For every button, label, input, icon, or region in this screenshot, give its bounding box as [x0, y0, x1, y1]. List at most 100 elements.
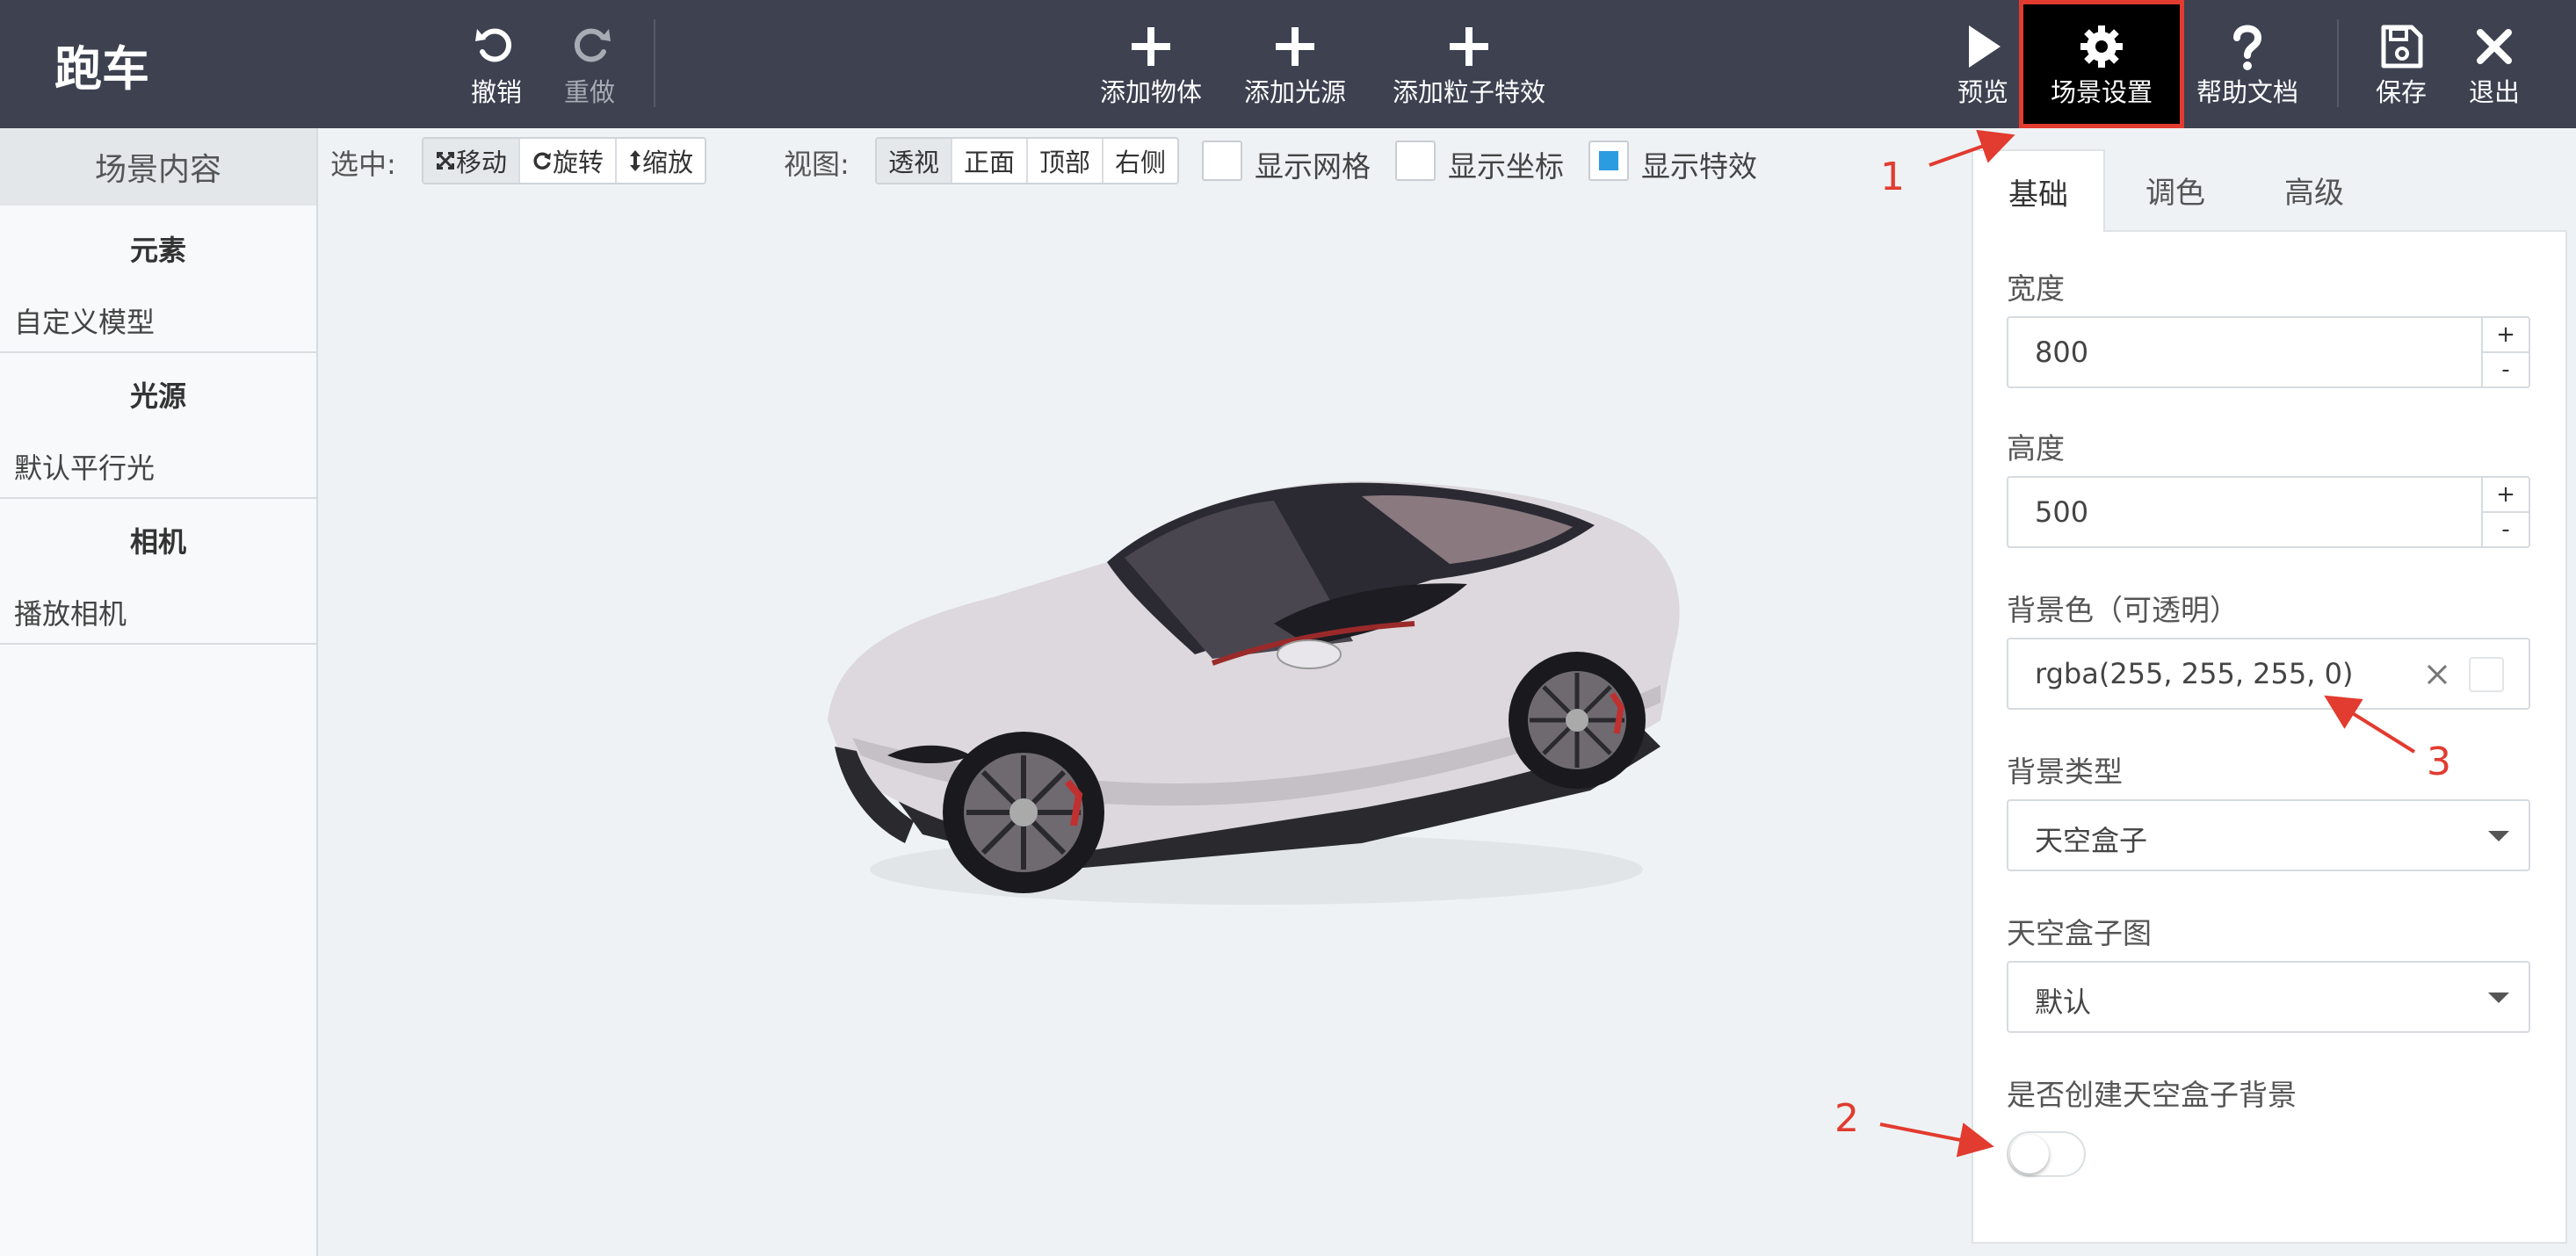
redo-label: 重做	[563, 77, 615, 107]
height-value: 500	[2035, 495, 2089, 529]
width-input[interactable]: 800 + -	[2007, 316, 2530, 388]
transform-mode-group: 移动 旋转 缩放	[422, 137, 707, 184]
bg-type-value: 天空盒子	[2035, 824, 2148, 857]
width-value: 800	[2035, 336, 2089, 369]
width-label: 宽度	[2007, 271, 2065, 306]
show-axes-label: 显示坐标	[1448, 149, 1564, 184]
undo-icon	[475, 28, 512, 62]
toggle-knob	[2010, 1135, 2049, 1173]
rotate-mode-button[interactable]: 旋转	[520, 139, 618, 183]
save-button[interactable]: 保存	[2370, 0, 2432, 128]
height-label: 高度	[2007, 431, 2065, 466]
toolbar-divider	[654, 19, 655, 107]
gear-icon	[2080, 25, 2123, 68]
show-grid-checkbox[interactable]	[1202, 141, 1242, 181]
scale-icon	[630, 150, 641, 171]
move-icon	[436, 151, 455, 170]
view-right-button[interactable]: 右侧	[1103, 139, 1177, 183]
annotation-1: 1	[1880, 155, 1905, 199]
undo-label: 撤销	[470, 77, 522, 107]
height-stepper: + -	[2481, 478, 2529, 546]
move-mode-label: 移动	[456, 148, 508, 177]
exit-label: 退出	[2468, 77, 2520, 107]
app-title: 跑车	[54, 41, 149, 97]
chevron-down-icon	[2488, 831, 2509, 841]
view-front-button[interactable]: 正面	[952, 139, 1029, 183]
sidebar-item-custom-model[interactable]: 自定义模型	[14, 300, 155, 341]
question-icon	[2233, 25, 2262, 70]
scene-settings-label: 场景设置	[2050, 77, 2153, 107]
tab-advanced[interactable]: 高级	[2240, 149, 2388, 230]
width-decrement-button[interactable]: -	[2483, 353, 2529, 386]
undo-button[interactable]: 撤销	[466, 0, 527, 128]
redo-icon	[574, 28, 611, 62]
divider	[0, 497, 316, 499]
skybox-value: 默认	[2035, 985, 2092, 1019]
create-skybox-bg-toggle[interactable]	[2007, 1131, 2086, 1177]
car-model[interactable]	[828, 480, 1680, 905]
skybox-select[interactable]: 默认	[2007, 961, 2530, 1033]
add-particle-button[interactable]: 添加粒子特效	[1381, 0, 1557, 128]
save-icon	[2381, 25, 2423, 69]
add-particle-label: 添加粒子特效	[1392, 77, 1545, 107]
bg-color-input[interactable]: rgba(255, 255, 255, 0)	[2007, 638, 2530, 710]
help-docs-button[interactable]: 帮助文档	[2191, 0, 2304, 128]
add-object-button[interactable]: 添加物体	[1089, 0, 1212, 128]
save-label: 保存	[2375, 77, 2427, 107]
group-title-cameras: 相机	[129, 525, 186, 559]
redo-button[interactable]: 重做	[559, 0, 620, 128]
bg-type-label: 背景类型	[2007, 754, 2123, 789]
bg-color-value: rgba(255, 255, 255, 0)	[2035, 657, 2354, 690]
show-effects-checkbox[interactable]	[1588, 141, 1629, 181]
height-increment-button[interactable]: +	[2483, 478, 2529, 513]
tab-basic[interactable]: 基础	[1972, 149, 2105, 232]
bg-color-label: 背景色（可透明）	[2007, 593, 2239, 627]
viewport-canvas[interactable]	[817, 457, 1713, 913]
view-perspective-button[interactable]: 透视	[877, 139, 953, 183]
skybox-label: 天空盒子图	[2007, 916, 2152, 950]
scale-mode-button[interactable]: 缩放	[617, 139, 705, 183]
add-light-label: 添加光源	[1243, 77, 1346, 107]
exit-button[interactable]: 退出	[2464, 0, 2525, 128]
rear-wheel	[1509, 652, 1646, 789]
rotate-mode-label: 旋转	[553, 148, 604, 177]
scene-content-sidebar: 场景内容 元素 自定义模型 光源 默认平行光 相机 播放相机	[0, 128, 318, 1256]
front-wheel	[943, 732, 1104, 893]
group-title-lights: 光源	[129, 379, 186, 413]
height-decrement-button[interactable]: -	[2483, 513, 2529, 546]
sidebar-item-default-light[interactable]: 默认平行光	[14, 446, 155, 487]
sidebar-item-play-camera[interactable]: 播放相机	[14, 592, 127, 632]
width-increment-button[interactable]: +	[2483, 318, 2529, 353]
add-object-label: 添加物体	[1099, 77, 1202, 107]
scene-settings-button[interactable]: 场景设置	[2019, 0, 2184, 128]
plus-icon	[1450, 27, 1488, 66]
rotate-icon	[533, 152, 552, 170]
preview-button[interactable]: 预览	[1952, 0, 2014, 128]
scale-mode-label: 缩放	[642, 148, 694, 177]
sidebar-header: 场景内容	[0, 128, 316, 206]
tab-color[interactable]: 调色	[2102, 149, 2249, 230]
preview-label: 预览	[1957, 77, 2008, 107]
help-docs-label: 帮助文档	[2196, 77, 2298, 107]
show-grid-label: 显示网格	[1255, 149, 1371, 184]
annotation-2: 2	[1834, 1096, 1859, 1141]
height-input[interactable]: 500 + -	[2007, 476, 2530, 548]
add-light-button[interactable]: 添加光源	[1234, 0, 1357, 128]
clear-icon[interactable]	[2425, 662, 2449, 687]
plus-icon	[1276, 27, 1314, 66]
divider	[0, 351, 316, 353]
plus-icon	[1132, 27, 1170, 66]
divider	[0, 643, 316, 645]
create-skybox-bg-label: 是否创建天空盒子背景	[2007, 1078, 2297, 1112]
show-axes-checkbox[interactable]	[1395, 141, 1436, 181]
group-title-elements: 元素	[129, 234, 186, 267]
bg-type-select[interactable]: 天空盒子	[2007, 799, 2530, 871]
show-effects-label: 显示特效	[1641, 149, 1757, 184]
select-label: 选中:	[330, 148, 396, 181]
move-mode-button[interactable]: 移动	[423, 139, 521, 183]
color-swatch[interactable]	[2469, 657, 2504, 692]
width-stepper: + -	[2481, 318, 2529, 386]
view-top-button[interactable]: 顶部	[1028, 139, 1104, 183]
toolbar-divider	[2337, 19, 2339, 107]
annotation-3: 3	[2427, 740, 2451, 784]
